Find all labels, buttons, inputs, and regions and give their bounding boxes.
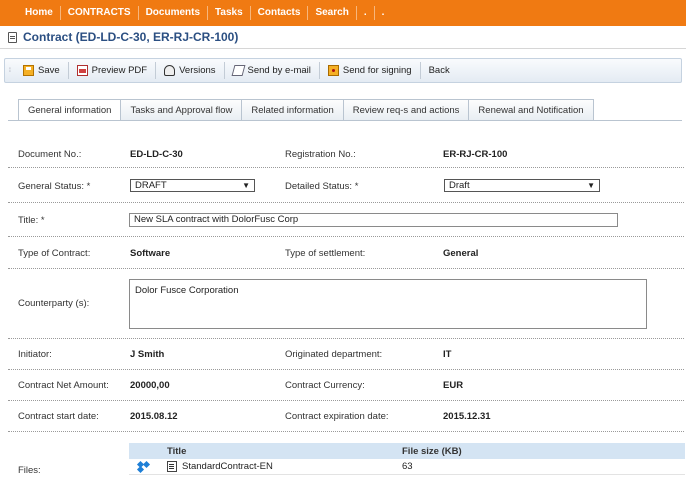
nav-documents[interactable]: Documents	[139, 6, 209, 20]
registration-no-label: Registration No.:	[285, 149, 356, 160]
files-table: Title File size (KB) StandardContract-EN…	[129, 443, 685, 475]
tab-general-information[interactable]: General information	[18, 99, 122, 121]
nav-contacts[interactable]: Contacts	[251, 6, 309, 20]
file-size-cell: 63	[402, 461, 413, 472]
tab-renewal-notification[interactable]: Renewal and Notification	[469, 99, 594, 121]
row-amount: Contract Net Amount: 20000,00 Contract C…	[8, 370, 684, 401]
title-input[interactable]: New SLA contract with DolorFusc Corp	[129, 213, 618, 227]
initiator-value: J Smith	[130, 349, 165, 360]
row-title: Title: * New SLA contract with DolorFusc…	[8, 203, 684, 237]
send-email-button[interactable]: Send by e-mail	[225, 62, 320, 79]
tab-tasks-approval-flow[interactable]: Tasks and Approval flow	[121, 99, 243, 121]
file-title-cell[interactable]: StandardContract-EN	[159, 461, 398, 472]
row-initiator: Initiator: J Smith Originated department…	[8, 339, 684, 370]
currency-label: Contract Currency:	[285, 380, 365, 391]
send-email-label: Send by e-mail	[247, 65, 311, 76]
preview-pdf-button[interactable]: Preview PDF	[69, 62, 157, 79]
contract-type-value: Software	[130, 248, 171, 259]
contract-type-label: Type of Contract:	[18, 248, 91, 259]
department-label: Originated department:	[285, 349, 383, 360]
page-title: Contract (ED-LD-C-30, ER-RJ-CR-100)	[23, 30, 239, 44]
document-icon	[8, 31, 17, 43]
row-counterparty: Counterparty (s): Dolor Fusce Corporatio…	[8, 269, 684, 339]
column-size-header: File size (KB)	[402, 445, 462, 457]
back-label: Back	[428, 65, 450, 76]
row-dates: Contract start date: 2015.08.12 Contract…	[8, 401, 684, 432]
document-no-value: ED-LD-C-30	[130, 149, 183, 160]
send-signing-button[interactable]: Send for signing	[320, 62, 421, 79]
versions-icon	[164, 65, 176, 76]
nav-more-2[interactable]: .	[375, 6, 392, 20]
back-button[interactable]: Back	[421, 62, 458, 79]
send-signing-label: Send for signing	[342, 65, 412, 76]
row-document-numbers: Document No.: ED-LD-C-30 Registration No…	[8, 139, 684, 168]
tab-bar: General information Tasks and Approval f…	[18, 99, 594, 121]
save-button[interactable]: Save	[15, 62, 69, 79]
start-date-value: 2015.08.12	[130, 411, 178, 422]
table-row: StandardContract-EN 63	[129, 459, 685, 475]
expiration-date-value: 2015.12.31	[443, 411, 491, 422]
counterparty-label: Counterparty (s):	[18, 298, 90, 309]
nav-more-1[interactable]: .	[357, 6, 375, 20]
department-value: IT	[443, 349, 452, 360]
general-status-label: General Status: *	[18, 181, 91, 192]
detailed-status-select[interactable]: Draft ▼	[444, 179, 600, 192]
save-label: Save	[38, 65, 60, 76]
files-table-header: Title File size (KB)	[129, 443, 685, 459]
pdf-icon	[76, 65, 88, 76]
settlement-value: General	[443, 248, 479, 259]
initiator-label: Initiator:	[18, 349, 52, 360]
start-date-label: Contract start date:	[18, 411, 99, 422]
title-label: Title: *	[18, 215, 45, 226]
amount-label: Contract Net Amount:	[18, 380, 109, 391]
dropdown-arrow-icon: ▼	[242, 181, 250, 190]
registration-no-value: ER-RJ-CR-100	[443, 149, 508, 160]
tab-divider	[8, 120, 682, 121]
nav-tasks[interactable]: Tasks	[208, 6, 251, 20]
seal-icon	[327, 65, 339, 76]
expiration-date-label: Contract expiration date:	[285, 411, 389, 422]
nav-home[interactable]: Home	[18, 6, 61, 20]
nav-search[interactable]: Search	[308, 6, 357, 20]
versions-label: Versions	[179, 65, 216, 76]
tab-related-information[interactable]: Related information	[242, 99, 344, 121]
dropbox-icon[interactable]	[129, 462, 159, 473]
column-title-header: Title	[167, 445, 187, 457]
detailed-status-value: Draft	[449, 180, 470, 191]
general-status-value: DRAFT	[135, 180, 167, 191]
counterparty-value: Dolor Fusce Corporation	[135, 285, 239, 296]
title-input-value: New SLA contract with DolorFusc Corp	[134, 214, 299, 225]
files-label: Files:	[18, 465, 41, 476]
currency-value: EUR	[443, 380, 464, 391]
detailed-status-label: Detailed Status: *	[285, 181, 359, 192]
tab-review-requirements[interactable]: Review req-s and actions	[343, 99, 470, 121]
general-status-select[interactable]: DRAFT ▼	[130, 179, 255, 192]
top-navigation: Home CONTRACTS Documents Tasks Contacts …	[0, 0, 686, 26]
row-contract-type: Type of Contract: Software Type of settl…	[8, 237, 684, 269]
word-document-icon	[167, 461, 177, 472]
document-no-label: Document No.:	[18, 149, 82, 160]
save-icon	[23, 65, 34, 76]
amount-value: 20000,00	[130, 380, 170, 391]
row-status: General Status: * DRAFT ▼ Detailed Statu…	[8, 168, 684, 203]
file-title-link[interactable]: StandardContract-EN	[182, 461, 273, 472]
versions-button[interactable]: Versions	[156, 62, 225, 79]
preview-pdf-label: Preview PDF	[91, 65, 148, 76]
title-bar: Contract (ED-LD-C-30, ER-RJ-CR-100)	[0, 26, 686, 49]
counterparty-textarea[interactable]: Dolor Fusce Corporation	[129, 279, 647, 329]
settlement-label: Type of settlement:	[285, 248, 366, 259]
nav-contracts[interactable]: CONTRACTS	[61, 6, 139, 20]
toolbar: ⁞ Save Preview PDF Versions Send by e-ma…	[4, 58, 682, 83]
dropdown-arrow-icon: ▼	[587, 181, 595, 190]
toolbar-grip-icon[interactable]: ⁞	[5, 59, 15, 82]
envelope-icon	[231, 65, 246, 76]
